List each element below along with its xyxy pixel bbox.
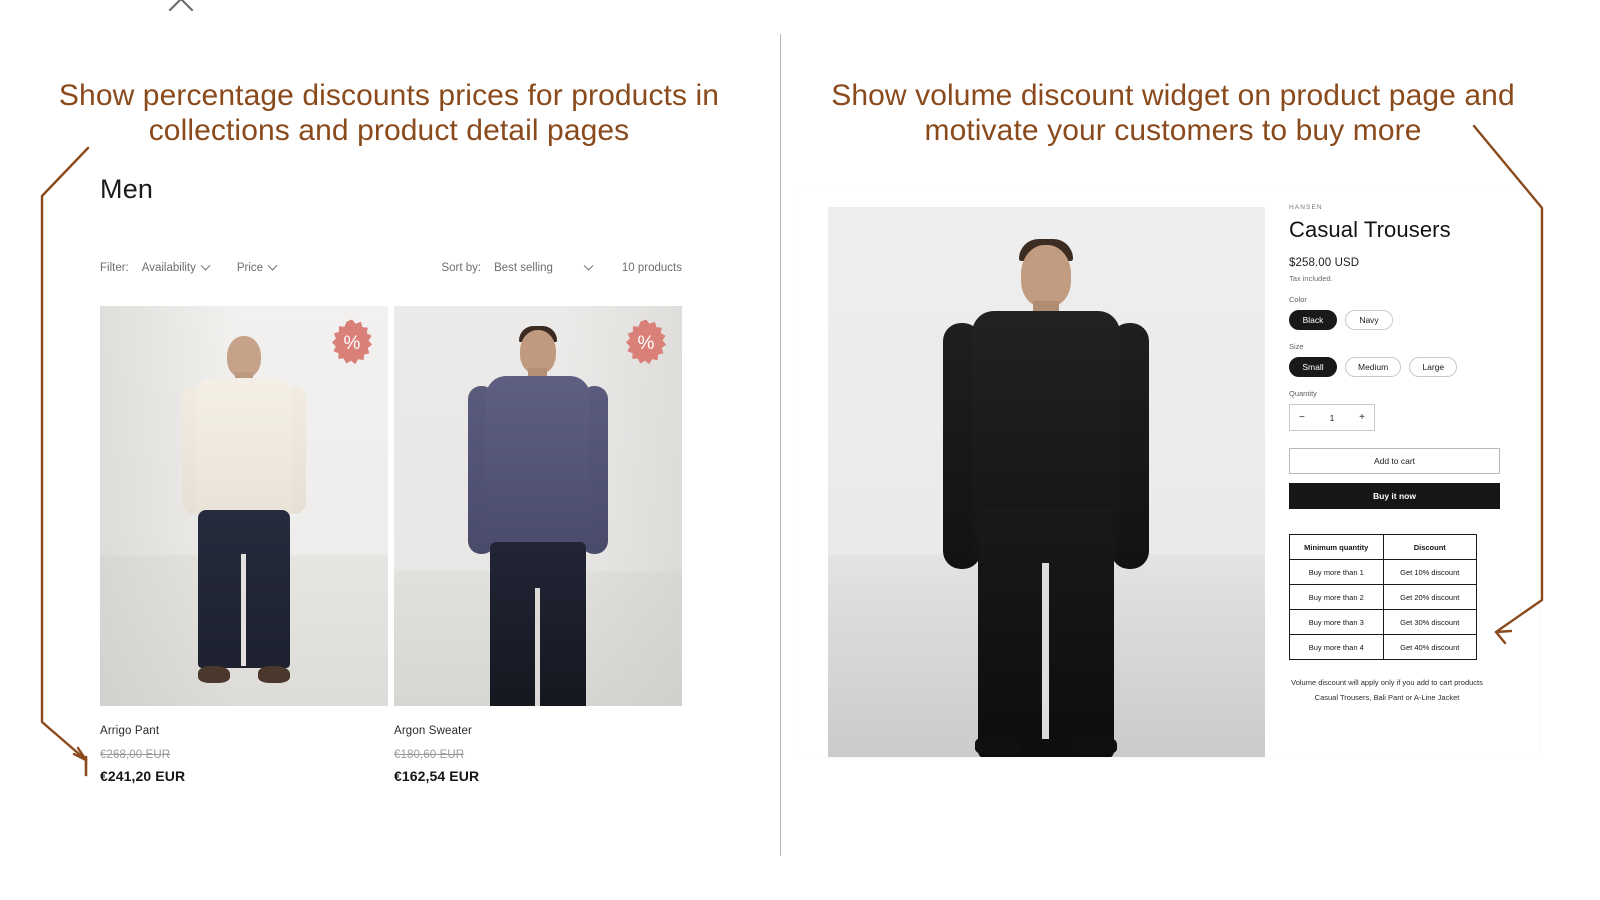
- product-price: €180,60 EUR €162,54 EUR: [394, 749, 682, 784]
- quantity-increase-button[interactable]: +: [1359, 412, 1365, 423]
- color-option-black[interactable]: Black: [1289, 310, 1337, 330]
- quantity-block: Quantity − 1 +: [1289, 389, 1504, 431]
- cell-minimum-quantity: Buy more than 1: [1289, 559, 1384, 585]
- chevron-down-icon: [583, 260, 594, 271]
- option-color-label: Color: [1289, 295, 1307, 304]
- percent-discount-badge-icon: %: [331, 319, 373, 365]
- quantity-label: Quantity: [1289, 389, 1317, 398]
- option-size: Size Small Medium Large: [1289, 342, 1504, 377]
- column-header-discount: Discount: [1382, 534, 1477, 560]
- product-card[interactable]: % Arrigo Pant €268,00 EUR €241,20 EUR: [100, 306, 388, 784]
- table-row: Buy more than 4 Get 40% discount: [1289, 634, 1477, 660]
- product-hero-image[interactable]: [828, 207, 1265, 757]
- sort-select[interactable]: Best selling: [494, 262, 553, 274]
- product-detail-page-mock: HANSEN Casual Trousers $258.00 USD Tax i…: [795, 190, 1540, 757]
- product-price: $258.00 USD: [1289, 257, 1360, 269]
- tax-note: Tax included.: [1289, 274, 1333, 283]
- table-header-row: Minimum quantity Discount: [1289, 534, 1477, 560]
- size-option-medium[interactable]: Medium: [1345, 357, 1402, 377]
- table-row: Buy more than 3 Get 30% discount: [1289, 609, 1477, 635]
- sale-price: €241,20 EUR: [100, 768, 186, 784]
- product-title[interactable]: Argon Sweater: [394, 725, 682, 737]
- cell-minimum-quantity: Buy more than 3: [1289, 609, 1384, 635]
- table-row: Buy more than 2 Get 20% discount: [1289, 584, 1477, 610]
- product-info-column: HANSEN Casual Trousers $258.00 USD Tax i…: [1289, 204, 1504, 705]
- volume-discount-note: Volume discount will apply only if you a…: [1291, 678, 1483, 702]
- cell-discount: Get 20% discount: [1382, 584, 1477, 610]
- svg-text:%: %: [344, 333, 361, 354]
- cell-minimum-quantity: Buy more than 2: [1289, 584, 1384, 610]
- product-title[interactable]: Arrigo Pant: [100, 725, 388, 737]
- product-image[interactable]: %: [100, 306, 388, 706]
- option-size-label: Size: [1289, 342, 1304, 351]
- left-panel-heading: Show percentage discounts prices for pro…: [58, 79, 720, 147]
- product-title: Casual Trousers: [1289, 217, 1451, 242]
- scroll-up-chevron-icon[interactable]: [168, 0, 194, 14]
- product-card[interactable]: % Argon Sweater €180,60 EUR €162,54 EUR: [394, 306, 682, 784]
- product-grid: % Arrigo Pant €268,00 EUR €241,20 EUR % …: [100, 306, 682, 784]
- compare-at-price: €268,00 EUR: [100, 749, 171, 761]
- cell-minimum-quantity: Buy more than 4: [1289, 634, 1384, 660]
- option-color: Color Black Navy: [1289, 295, 1504, 330]
- size-option-small[interactable]: Small: [1289, 357, 1337, 377]
- column-header-minimum-quantity: Minimum quantity: [1289, 534, 1384, 560]
- percent-discount-badge-icon: %: [625, 319, 667, 365]
- chevron-down-icon: [200, 260, 211, 271]
- quantity-value[interactable]: 1: [1330, 413, 1335, 423]
- buy-it-now-button[interactable]: Buy it now: [1289, 483, 1500, 509]
- product-count: 10 products: [621, 262, 682, 274]
- quantity-decrease-button[interactable]: −: [1299, 412, 1305, 423]
- color-option-navy[interactable]: Navy: [1345, 310, 1393, 330]
- cell-discount: Get 10% discount: [1382, 559, 1477, 585]
- sort-label: Sort by:: [441, 262, 482, 274]
- sale-price: €162,54 EUR: [394, 768, 480, 784]
- compare-at-price: €180,60 EUR: [394, 749, 465, 761]
- chevron-down-icon: [267, 260, 278, 271]
- panel-divider: [780, 34, 781, 856]
- product-price: €268,00 EUR €241,20 EUR: [100, 749, 388, 784]
- product-vendor: HANSEN: [1289, 204, 1323, 211]
- cell-discount: Get 40% discount: [1382, 634, 1477, 660]
- product-image[interactable]: %: [394, 306, 682, 706]
- quantity-stepper[interactable]: − 1 +: [1289, 404, 1375, 431]
- size-option-large[interactable]: Large: [1409, 357, 1458, 377]
- svg-text:%: %: [638, 333, 655, 354]
- collection-facet-bar: Filter: Availability Price Sort by: Best…: [100, 260, 682, 278]
- cell-discount: Get 30% discount: [1382, 609, 1477, 635]
- filter-price[interactable]: Price: [237, 260, 278, 274]
- collection-title: Men: [100, 174, 154, 204]
- filter-label: Filter:: [100, 262, 129, 274]
- add-to-cart-button[interactable]: Add to cart: [1289, 448, 1500, 474]
- right-panel-heading: Show volume discount widget on product p…: [831, 79, 1515, 147]
- volume-discount-table: Minimum quantity Discount Buy more than …: [1289, 534, 1477, 660]
- filter-availability[interactable]: Availability: [142, 260, 211, 274]
- table-row: Buy more than 1 Get 10% discount: [1289, 559, 1477, 585]
